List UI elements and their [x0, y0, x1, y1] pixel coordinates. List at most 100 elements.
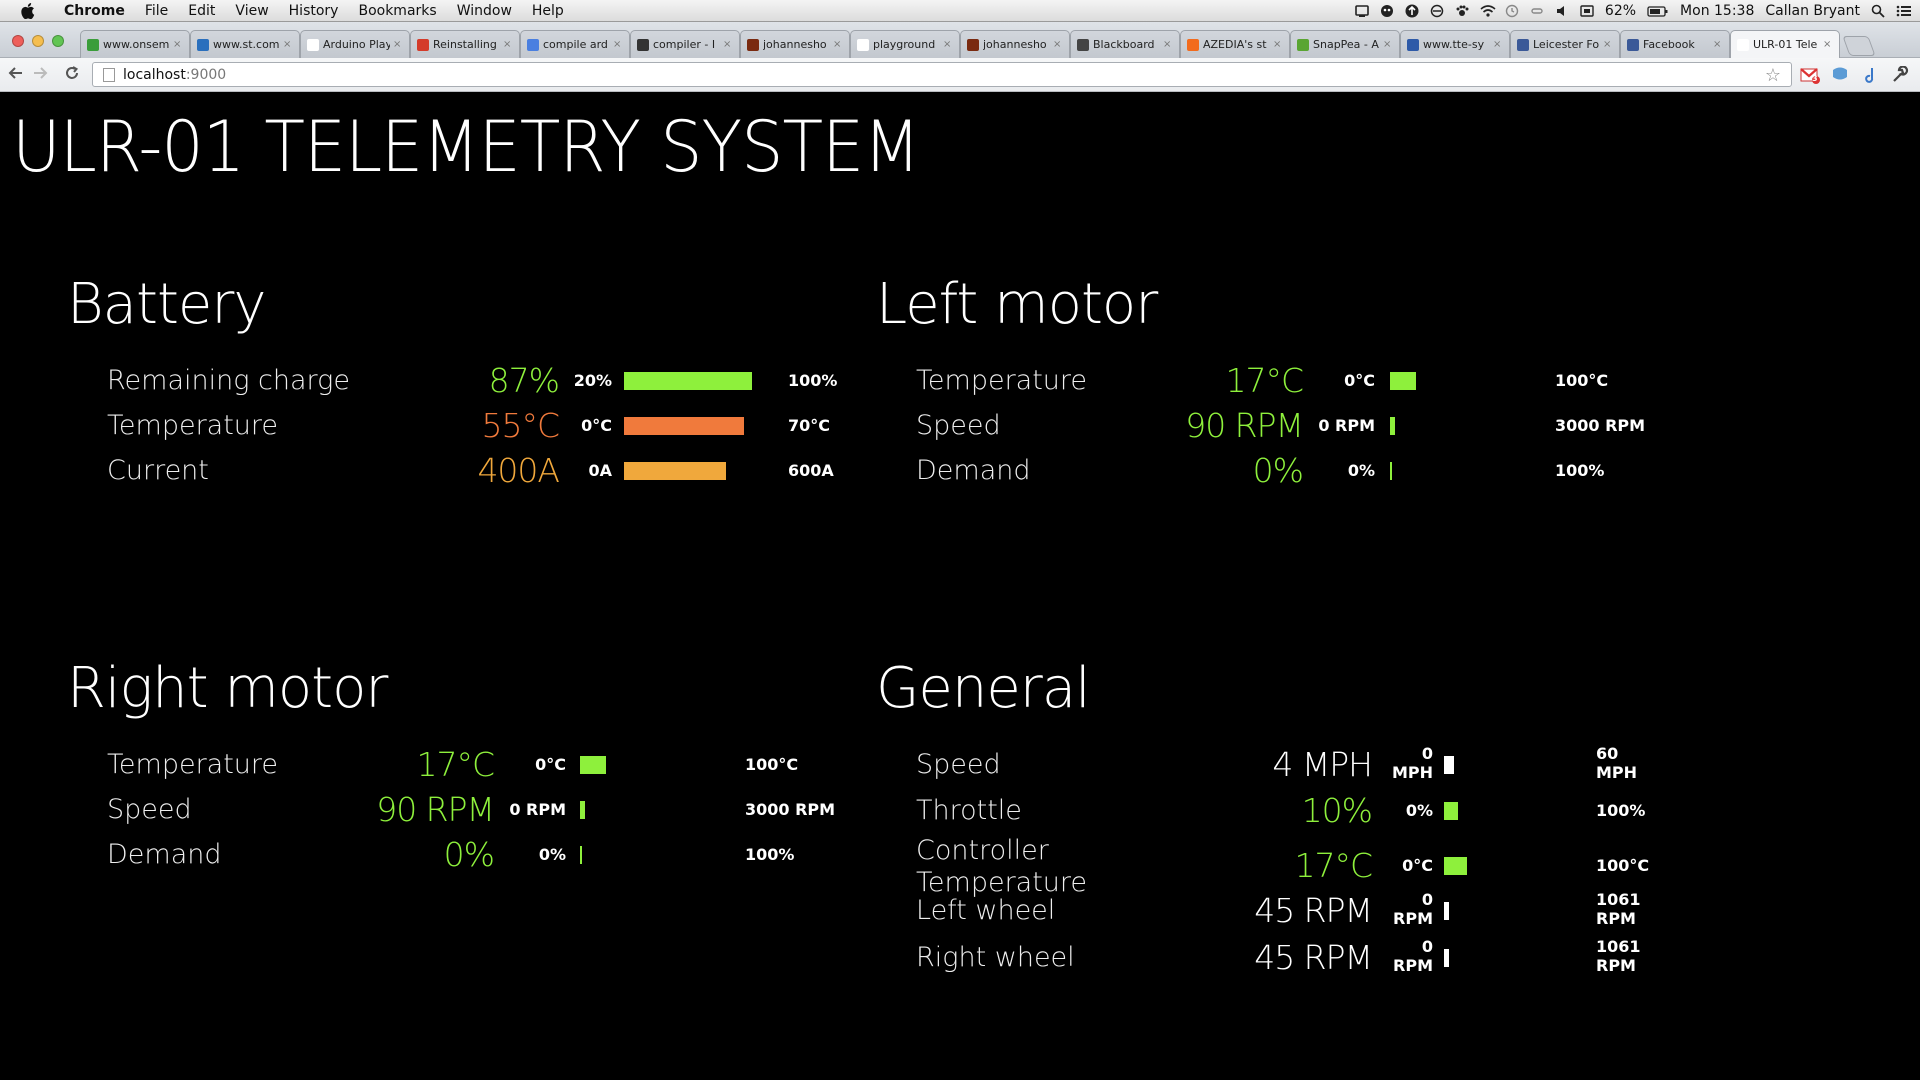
browser-tab[interactable]: Facebook ×	[1620, 30, 1730, 58]
url-port[interactable]: :9000	[186, 67, 226, 83]
tab-close-icon[interactable]: ×	[833, 39, 843, 50]
tab-close-icon[interactable]: ×	[1823, 39, 1833, 50]
gauge-bar	[624, 372, 776, 390]
gauge-bar-fill	[1390, 462, 1392, 480]
browser-tab[interactable]: compile ard ×	[520, 30, 630, 58]
browser-tab[interactable]: www.tte-sy ×	[1400, 30, 1510, 58]
clock[interactable]: Mon 15:38	[1680, 3, 1754, 19]
tab-close-icon[interactable]: ×	[283, 39, 293, 50]
browser-tab[interactable]: johannesho ×	[960, 30, 1070, 58]
telemetry-row: Demand 0% 0% 100%	[107, 838, 867, 878]
notification-center-icon[interactable]	[1896, 4, 1911, 18]
tab-close-icon[interactable]: ×	[1053, 39, 1063, 50]
browser-tab[interactable]: ULR-01 Tele ×	[1730, 30, 1840, 58]
tab-close-icon[interactable]: ×	[393, 39, 403, 50]
window-zoom-button[interactable]	[52, 35, 64, 47]
browser-tab[interactable]: compiler - I ×	[630, 30, 740, 58]
tab-title: AZEDIA's st	[1203, 38, 1267, 51]
browser-tab[interactable]: SnapPea - A ×	[1290, 30, 1400, 58]
browser-tab[interactable]: playground ×	[850, 30, 960, 58]
reload-icon	[66, 66, 79, 79]
wrench-menu-icon[interactable]	[1890, 65, 1910, 85]
time-machine-icon[interactable]	[1505, 4, 1519, 18]
tab-close-icon[interactable]: ×	[1273, 39, 1283, 50]
tab-favicon-icon	[1517, 38, 1529, 51]
row-min-line: 0	[1421, 744, 1433, 763]
browser-tab[interactable]: johannesho ×	[740, 30, 850, 58]
alien-app-icon[interactable]	[1380, 4, 1394, 18]
spotlight-icon[interactable]	[1871, 4, 1885, 18]
row-max: 100°C	[745, 755, 799, 774]
menu-view[interactable]: View	[225, 0, 278, 22]
tab-close-icon[interactable]: ×	[1493, 39, 1503, 50]
tab-close-icon[interactable]: ×	[1603, 39, 1613, 50]
tab-close-icon[interactable]: ×	[173, 39, 183, 50]
volume-icon[interactable]	[1555, 4, 1569, 18]
extension-music-icon[interactable]	[1860, 65, 1880, 85]
new-tab-button[interactable]	[1842, 36, 1876, 56]
screen-sharing-icon[interactable]	[1355, 4, 1369, 18]
gmail-icon[interactable]: 3	[1800, 65, 1820, 85]
browser-tab[interactable]: Blackboard ×	[1070, 30, 1180, 58]
menu-edit[interactable]: Edit	[178, 0, 225, 22]
browser-tab[interactable]: Reinstalling ×	[410, 30, 520, 58]
tab-close-icon[interactable]: ×	[613, 39, 623, 50]
menu-file[interactable]: File	[135, 0, 178, 22]
reload-button[interactable]	[62, 65, 82, 85]
input-menu-icon[interactable]	[1580, 4, 1594, 18]
browser-tab[interactable]: www.st.com ×	[190, 30, 300, 58]
dropbox-icon[interactable]	[1405, 4, 1419, 18]
tab-close-icon[interactable]: ×	[1383, 39, 1393, 50]
row-value: 87%	[488, 361, 560, 400]
tab-favicon-icon	[1737, 38, 1749, 51]
row-max-line: 1061	[1596, 937, 1641, 956]
do-not-disturb-icon[interactable]	[1430, 4, 1444, 18]
row-min: 0 RPM	[1393, 937, 1433, 975]
row-min: 0 RPM	[1393, 890, 1433, 928]
browser-tab[interactable]: Arduino Play ×	[300, 30, 410, 58]
row-min: 0°C	[1344, 371, 1375, 390]
bluetooth-icon[interactable]	[1530, 4, 1544, 18]
paw-icon[interactable]	[1455, 4, 1469, 18]
row-label: Current	[107, 455, 209, 486]
bookmark-star-icon[interactable]: ☆	[1765, 65, 1781, 86]
row-min-line: RPM	[1393, 956, 1433, 975]
wifi-icon[interactable]	[1480, 4, 1496, 18]
gauge-bar-fill	[1390, 417, 1395, 435]
apple-menu-icon[interactable]	[18, 1, 38, 21]
telemetry-row: Speed 90 RPM 0 RPM 3000 RPM	[107, 793, 867, 833]
menu-bookmarks[interactable]: Bookmarks	[348, 0, 446, 22]
address-bar[interactable]: localhost:9000 ☆	[92, 62, 1792, 87]
tab-favicon-icon	[307, 38, 319, 51]
tab-close-icon[interactable]: ×	[943, 39, 953, 50]
row-value: 45 RPM	[1254, 891, 1373, 930]
tab-close-icon[interactable]: ×	[723, 39, 733, 50]
browser-tab[interactable]: Leicester Fo ×	[1510, 30, 1620, 58]
menu-history[interactable]: History	[279, 0, 349, 22]
tab-close-icon[interactable]: ×	[1163, 39, 1173, 50]
window-minimize-button[interactable]	[32, 35, 44, 47]
back-button[interactable]	[6, 65, 26, 85]
row-label: Demand	[107, 839, 222, 870]
menu-bar: Chrome File Edit View History Bookmarks …	[0, 0, 1920, 22]
gauge-bar	[1444, 857, 1580, 875]
user-name[interactable]: Callan Bryant	[1765, 3, 1860, 19]
battery-percent: 62%	[1604, 3, 1637, 19]
browser-tab[interactable]: www.onsem ×	[80, 30, 190, 58]
url-host[interactable]: localhost	[123, 67, 186, 83]
row-min-line: 0	[1421, 890, 1433, 909]
extension-chat-icon[interactable]	[1830, 65, 1850, 85]
menu-help[interactable]: Help	[522, 0, 574, 22]
forward-button[interactable]	[30, 65, 50, 85]
tab-close-icon[interactable]: ×	[503, 39, 513, 50]
row-max: 600A	[788, 461, 834, 480]
browser-tab[interactable]: AZEDIA's st ×	[1180, 30, 1290, 58]
menu-app-chrome[interactable]: Chrome	[54, 0, 135, 22]
forward-arrow-icon	[34, 67, 48, 79]
menu-window[interactable]: Window	[447, 0, 522, 22]
battery-icon[interactable]	[1647, 4, 1669, 18]
window-close-button[interactable]	[12, 35, 24, 47]
tab-close-icon[interactable]: ×	[1713, 39, 1723, 50]
row-label: Throttle	[916, 795, 1022, 826]
back-arrow-icon	[8, 67, 22, 79]
